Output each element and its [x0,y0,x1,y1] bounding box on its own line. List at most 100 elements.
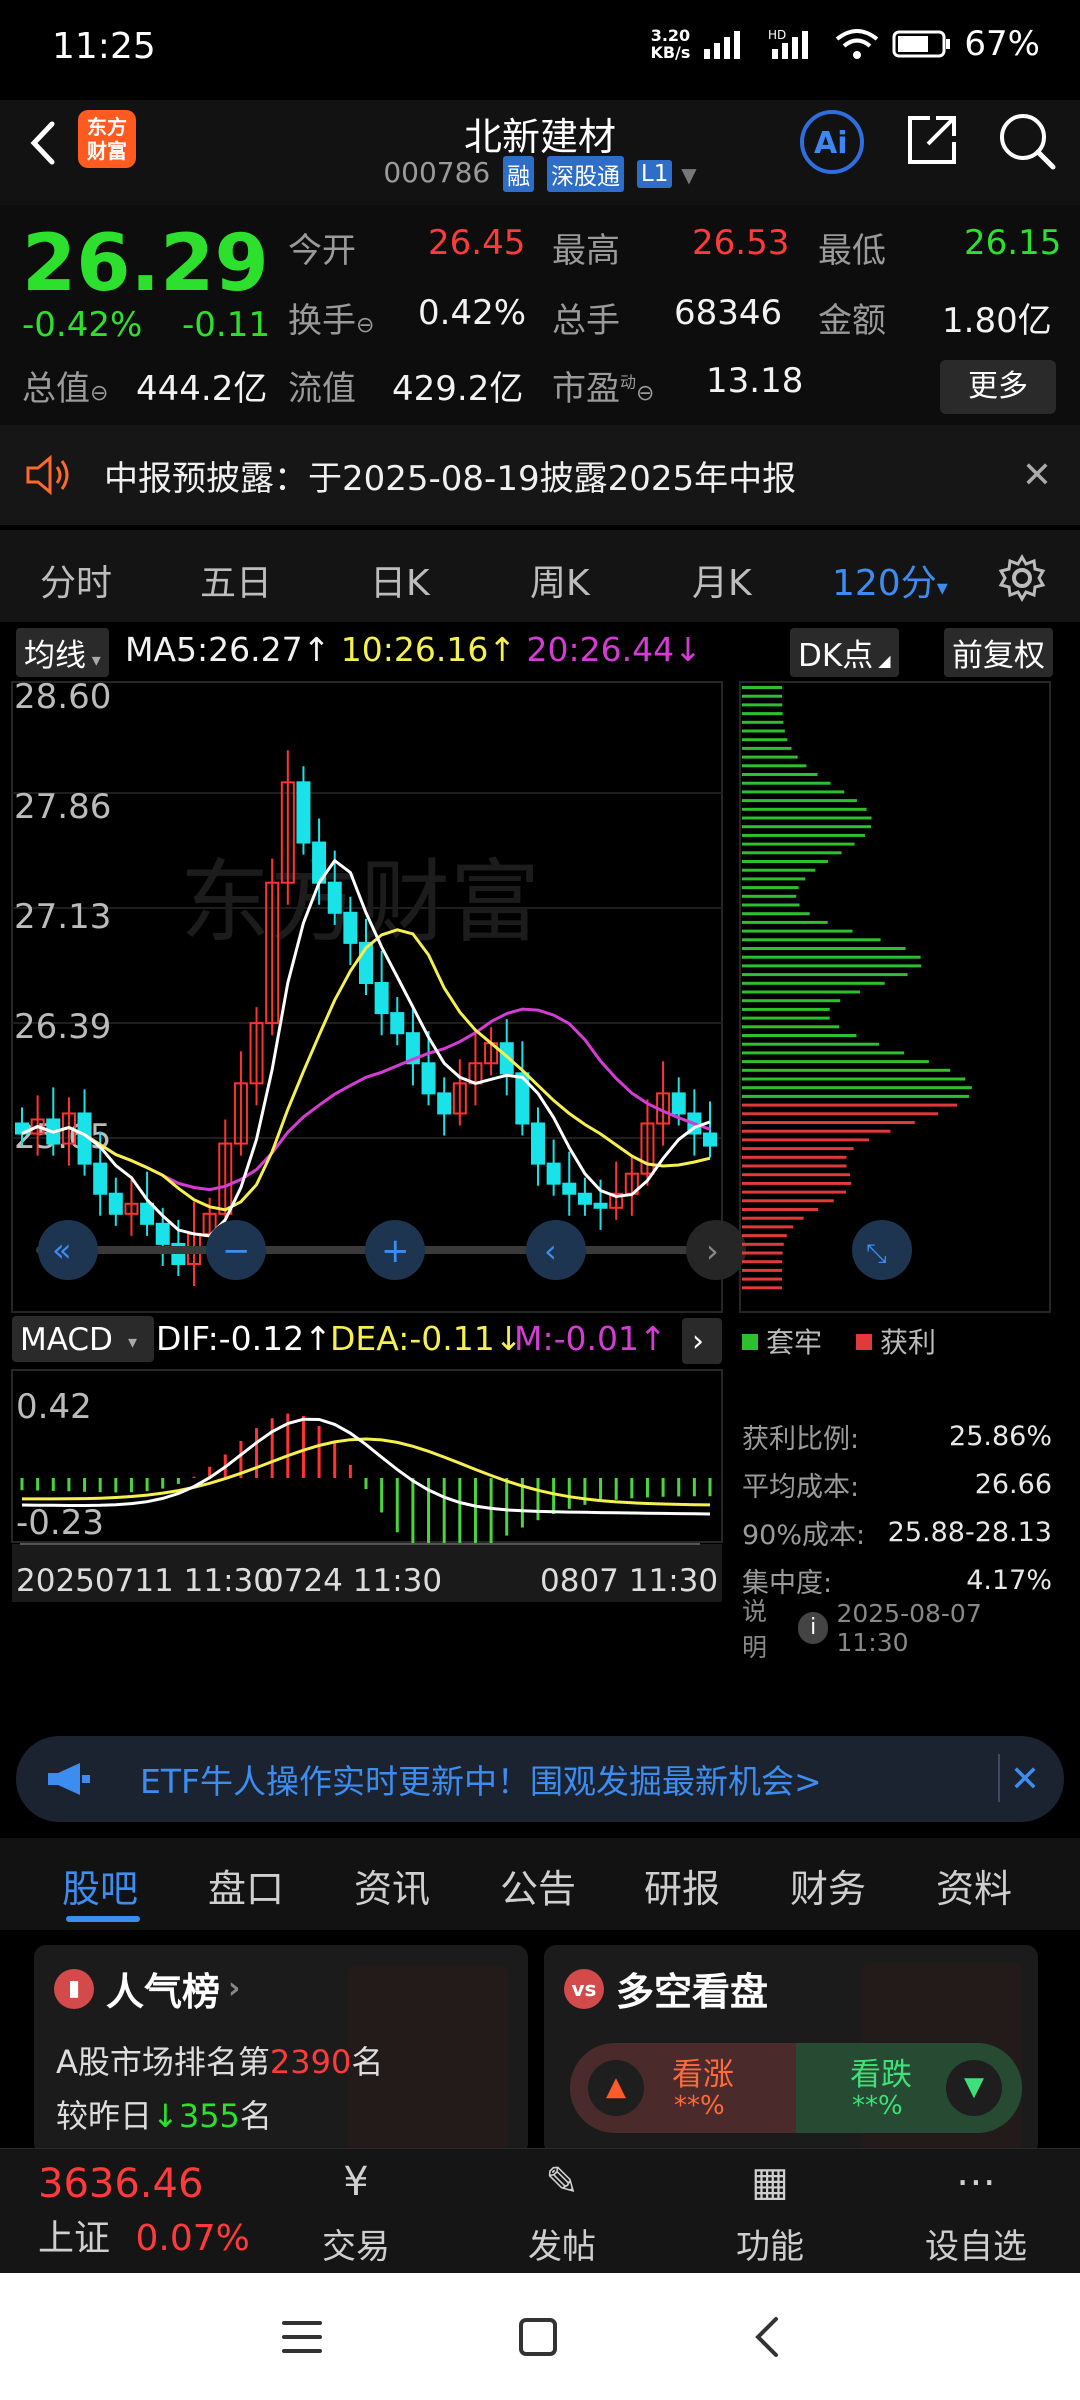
chip-stat-row: 平均成本: 26.66 [742,1460,1052,1508]
etf-banner[interactable]: ETF牛人操作实时更新中！围观发掘最新机会> ✕ [16,1736,1064,1822]
tab-five-day[interactable]: 五日 [200,554,272,606]
tab-guba[interactable]: 股吧 [62,1858,138,1913]
svg-text:−: − [222,1231,251,1271]
nav-add-watchlist[interactable]: ⋯ 设自选 [906,2159,1046,2268]
tag-dropdown-icon[interactable]: ▼ [681,163,696,187]
index-ticker[interactable]: 3636.46 上证 0.07% [38,2161,250,2261]
low-value: 26.15 [964,223,1062,263]
tag-margin: 融 [503,156,535,192]
nav-functions[interactable]: ▦ 功能 [700,2159,840,2268]
chip-bar [742,860,828,863]
notice-bar[interactable]: 中报预披露：于2025-08-19披露2025年中报 ✕ [0,425,1080,525]
turnover-value: 0.42% [418,293,527,333]
candle-body [155,1222,170,1245]
tab-pankou[interactable]: 盘口 [208,1858,284,1913]
turnover-label-text: 换手 [288,301,356,341]
tab-120min[interactable]: 120分▾ [832,554,948,606]
chip-bar [742,712,783,716]
close-icon[interactable]: ✕ [1022,455,1052,496]
megaphone-icon [48,1763,90,1795]
chevron-right-icon[interactable]: › [682,1318,722,1364]
chip-bar [742,964,922,968]
zoom-out-icon[interactable]: − [206,1220,266,1280]
ai-icon[interactable]: Ai [798,108,866,176]
chip-bar [742,877,806,881]
tab-finance[interactable]: 财务 [790,1858,866,1913]
tab-profile[interactable]: 资料 [936,1858,1012,1913]
popularity-card[interactable]: ▮ 人气榜 › A股市场排名第2390名 较昨日↓355名 [34,1945,528,2155]
tab-announcement[interactable]: 公告 [500,1858,576,1913]
popularity-rank: A股市场排名第2390名 [56,2037,383,2083]
legend-profit: 获利 [880,1326,936,1359]
back-icon[interactable] [750,2315,784,2359]
chevron-down-icon: ▾ [936,576,948,601]
vote-down-icon[interactable]: ▼ [946,2060,1002,2116]
tab-intraday[interactable]: 分时 [40,554,112,606]
chip-note[interactable]: 说明 i 2025-08-07 11:30 [742,1597,1052,1662]
chip-bar [742,729,785,733]
tab-weekly[interactable]: 周K [530,554,590,606]
scroll-left-icon[interactable]: ‹ [526,1220,586,1280]
y-tick-label: 27.86 [14,787,111,827]
dk-button[interactable]: DK点 ◢ [790,628,899,677]
signal-hd-icon: HD [768,28,809,59]
chip-stat-label: 获利比例: [742,1423,860,1455]
bull-bear-card[interactable]: vs 多空看盘 ▲ 看涨 **% 看跌 **% ▼ [544,1945,1038,2155]
index-value: 3636.46 [38,2161,204,2207]
menu-icon[interactable] [280,2317,324,2357]
vote-up-label: 看涨 [672,2057,734,2093]
popularity-title-row: ▮ 人气榜 › [54,1961,240,2016]
more-button[interactable]: 更多 [940,360,1056,414]
chip-bar [742,947,906,950]
stock-code: 000786 [383,156,491,189]
vote-down-label: 看跌 [850,2057,912,2093]
chip-bar [742,703,783,707]
nav-functions-label: 功能 [736,2227,804,2267]
nav-post[interactable]: ✎ 发帖 [492,2159,632,2268]
chip-stat-label: 平均成本: [742,1471,860,1503]
amount-label: 金额 [818,301,886,341]
home-icon[interactable] [516,2315,560,2359]
chip-bar [742,973,908,977]
etf-banner-text: ETF牛人操作实时更新中！围观发掘最新机会> [140,1762,822,1801]
close-icon[interactable]: ✕ [1010,1759,1040,1800]
vote-up-icon[interactable]: ▲ [588,2060,644,2116]
scroll-right-icon[interactable]: › [686,1220,746,1280]
candle-body [327,881,342,914]
expand-icon[interactable]: ⤡ [852,1220,912,1280]
ma-selector[interactable]: 均线 ▾ [16,628,109,677]
chip-bar [742,790,845,794]
change-percent: -0.42% [22,305,143,345]
chip-bar [742,955,921,959]
tab-daily[interactable]: 日K [370,554,430,606]
zoom-in-icon[interactable]: + [365,1220,425,1280]
tab-news[interactable]: 资讯 [354,1858,430,1913]
chip-bar [742,1086,972,1090]
tab-research[interactable]: 研报 [644,1858,720,1913]
chip-bar [742,1112,939,1116]
net-speed-unit: KB/s [650,43,691,62]
tab-monthly[interactable]: 月K [692,554,752,606]
chip-bar [742,1138,869,1142]
chevron-right-icon: › [228,1971,241,2006]
index-row: 上证 0.07% [38,2209,250,2261]
info-icon[interactable]: ⊖ [356,313,374,338]
chip-bar [742,1016,830,1020]
edit-icon: ✎ [545,2159,579,2205]
adjust-button[interactable]: 前复权 [944,628,1053,677]
share-icon[interactable] [902,110,962,170]
gear-icon[interactable] [998,554,1046,602]
scroll-left-fast-icon[interactable]: « [38,1220,98,1280]
chip-bar [742,929,853,933]
info-icon[interactable]: i [797,1612,829,1644]
nav-post-label: 发帖 [528,2227,596,2267]
legend-swatch-trap [742,1334,758,1350]
nav-trade[interactable]: ¥ 交易 [286,2159,426,2268]
chart-icon: ▮ [54,1968,94,2009]
info-icon[interactable]: ⊖ [636,381,654,406]
candle-body [108,1192,123,1215]
candle-body [390,1012,405,1035]
search-icon[interactable] [996,110,1058,172]
chip-bar [742,938,881,942]
info-icon[interactable]: ⊖ [90,381,108,406]
